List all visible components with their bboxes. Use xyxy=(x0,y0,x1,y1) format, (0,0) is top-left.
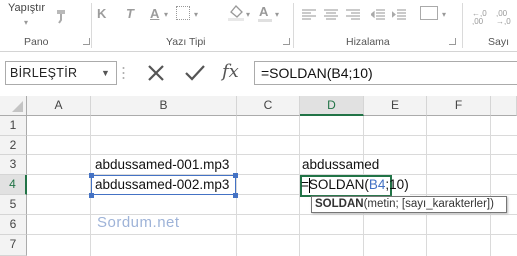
select-all-triangle-icon xyxy=(12,101,23,112)
row-header-5[interactable]: 5 xyxy=(0,195,27,215)
cell-d4-formula-prefix: =SOLDAN( xyxy=(301,177,369,192)
reference-handle[interactable] xyxy=(233,173,238,178)
merge-dropdown-icon[interactable]: ▾ xyxy=(442,10,446,19)
column-header-c[interactable]: C xyxy=(237,96,300,116)
formula-buttons: fx xyxy=(130,61,252,85)
align-center-icon[interactable] xyxy=(324,8,338,20)
increase-indent-icon[interactable] xyxy=(391,8,406,20)
ribbon: Yapıştır ▾ Pano K T A ▾ ▾ ▾ A ▾ Yazı Tip… xyxy=(0,0,517,52)
cancel-icon[interactable] xyxy=(147,64,165,82)
group-label-pano: Pano xyxy=(24,36,49,48)
watermark: Sordum.net xyxy=(97,214,180,231)
cell-b4-reference-highlight[interactable]: abdussamed-002.mp3 xyxy=(91,175,236,195)
column-header-f[interactable]: F xyxy=(427,96,491,116)
decrease-decimal-icon[interactable]: ,00 →,0 xyxy=(496,10,511,26)
fill-color-icon[interactable] xyxy=(228,3,244,21)
column-header-a[interactable]: A xyxy=(27,96,91,116)
column-header-g[interactable] xyxy=(491,96,517,116)
font-color-dropdown-icon[interactable]: ▾ xyxy=(275,10,279,19)
group-label-hizalama: Hizalama xyxy=(346,36,390,48)
pano-launcher-icon[interactable] xyxy=(83,38,90,45)
paste-button[interactable]: Yapıştır ▾ xyxy=(4,0,48,34)
borders-dropdown-icon[interactable]: ▾ xyxy=(194,10,198,19)
row-header-2[interactable]: 2 xyxy=(0,136,27,155)
hizalama-launcher-icon[interactable] xyxy=(449,38,456,45)
gridline xyxy=(490,116,491,256)
group-separator xyxy=(293,3,294,48)
tooltip-function-name[interactable]: SOLDAN xyxy=(315,198,364,210)
cell-d4-editing[interactable]: =SOLDAN(B4;10) xyxy=(301,177,409,192)
row-header-6[interactable]: 6 xyxy=(0,215,27,235)
borders-icon[interactable] xyxy=(176,6,190,20)
gridline xyxy=(27,154,517,155)
formula-input[interactable]: =SOLDAN(B4;10) xyxy=(254,61,517,85)
formula-text: =SOLDAN(B4;10) xyxy=(261,65,373,81)
name-box[interactable]: BİRLEŞTİR ▼ xyxy=(5,61,117,85)
formula-bar-grip-icon[interactable] xyxy=(122,66,125,80)
enter-check-icon[interactable] xyxy=(185,64,205,82)
font-color-bar xyxy=(258,19,272,22)
function-tooltip: SOLDAN(metin; [sayı_karakterler]) xyxy=(311,196,507,213)
cell-d4-formula-reference: B4 xyxy=(368,177,386,192)
paste-dropdown-icon: ▾ xyxy=(24,18,29,27)
group-separator xyxy=(462,3,463,48)
tooltip-args: (metin; [sayı_karakterler]) xyxy=(363,198,494,210)
gridline xyxy=(236,116,237,256)
reference-handle[interactable] xyxy=(89,193,94,198)
cell-d3[interactable]: abdussamed xyxy=(302,157,379,172)
column-header-d[interactable]: D xyxy=(300,96,364,116)
row-header-7[interactable]: 7 xyxy=(0,235,27,256)
font-color-icon[interactable]: A xyxy=(258,4,272,22)
gridline xyxy=(426,116,427,256)
fill-color-dropdown-icon[interactable]: ▾ xyxy=(246,10,250,19)
name-box-value: BİRLEŞTİR xyxy=(10,66,78,80)
gridline xyxy=(27,234,517,235)
merge-center-icon[interactable] xyxy=(420,6,438,20)
cell-b3[interactable]: abdussamed-001.mp3 xyxy=(95,157,229,172)
column-header-b[interactable]: B xyxy=(91,96,237,116)
row-header-1[interactable]: 1 xyxy=(0,116,27,136)
font-color-glyph-icon: A xyxy=(259,4,269,19)
row-header-3[interactable]: 3 xyxy=(0,155,27,175)
yazi-tipi-launcher-icon[interactable] xyxy=(283,38,290,45)
gridline xyxy=(27,135,517,136)
group-separator xyxy=(91,3,92,48)
group-label-sayi: Sayı xyxy=(488,36,510,48)
cell-b4: abdussamed-002.mp3 xyxy=(95,177,230,192)
paste-label: Yapıştır xyxy=(8,2,46,14)
bold-button[interactable]: K xyxy=(97,6,106,21)
align-left-icon[interactable] xyxy=(302,8,316,20)
decrease-indent-icon[interactable] xyxy=(370,8,385,20)
underline-dropdown-icon[interactable]: ▾ xyxy=(164,10,168,19)
column-header-e[interactable]: E xyxy=(364,96,427,116)
cell-d4-formula-suffix: ;10) xyxy=(385,177,409,192)
format-painter-icon[interactable] xyxy=(54,8,70,24)
insert-function-button[interactable]: fx xyxy=(222,61,239,82)
decimal-glyph-icon: ←,0,00 xyxy=(472,9,487,26)
increase-decimal-icon[interactable]: ←,0,00 xyxy=(472,10,487,26)
select-all-corner[interactable] xyxy=(0,96,27,116)
text-cursor xyxy=(309,178,310,193)
row-header-4[interactable]: 4 xyxy=(0,175,27,195)
name-box-dropdown-icon[interactable]: ▼ xyxy=(101,68,110,78)
decimal-glyph-icon: ,00 →,0 xyxy=(496,9,511,26)
align-right-icon[interactable] xyxy=(346,8,360,20)
group-label-yazi-tipi: Yazı Tipi xyxy=(166,36,206,48)
reference-handle[interactable] xyxy=(89,173,94,178)
italic-button[interactable]: T xyxy=(126,6,134,21)
underline-button[interactable]: A xyxy=(150,6,159,21)
reference-handle[interactable] xyxy=(233,193,238,198)
